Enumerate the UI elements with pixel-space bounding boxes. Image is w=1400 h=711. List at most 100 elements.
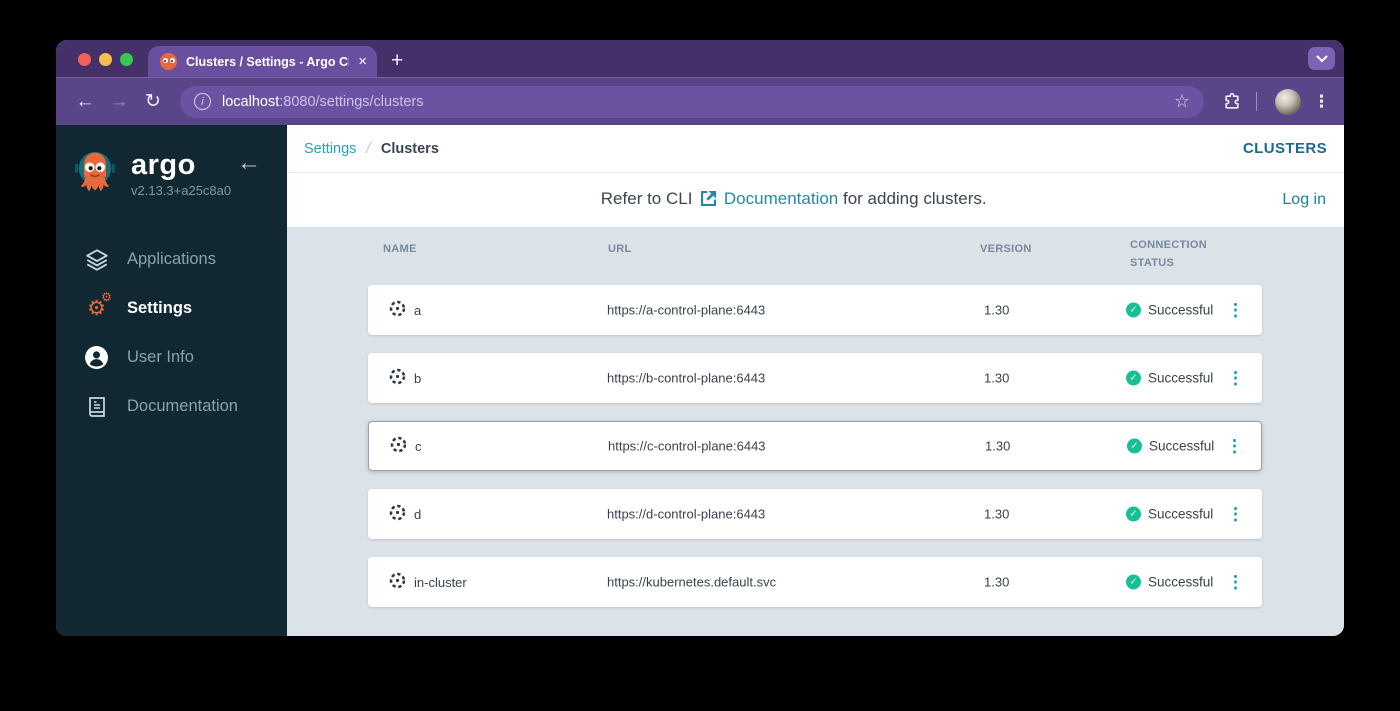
documentation-link[interactable]: Documentation	[724, 189, 838, 208]
cluster-name: d	[414, 506, 422, 522]
browser-tab[interactable]: Clusters / Settings - Argo CD ×	[148, 46, 377, 77]
layers-icon	[83, 246, 110, 273]
row-menu-button[interactable]: ⋮	[1227, 370, 1244, 387]
url-path: :8080/settings/clusters	[279, 93, 424, 110]
row-menu-button[interactable]: ⋮	[1226, 438, 1243, 455]
brand-text: argo v2.13.3+a25c8a0	[131, 149, 232, 198]
kubernetes-icon	[389, 435, 408, 457]
brand-name: argo	[131, 149, 196, 182]
maximize-window-button[interactable]	[120, 53, 133, 66]
info-prefix: Refer to CLI	[600, 189, 693, 208]
success-check-icon: ✓	[1127, 438, 1142, 454]
content: Settings / Clusters CLUSTERS Refer to CL…	[287, 125, 1344, 636]
sidebar-item-documentation[interactable]: Documentation	[56, 382, 287, 431]
column-header-version: VERSION	[980, 243, 1032, 255]
breadcrumb-separator: /	[364, 139, 373, 157]
sidebar-collapse-button[interactable]: ←	[237, 151, 261, 175]
row-menu-button[interactable]: ⋮	[1227, 574, 1244, 591]
cluster-url: https://b-control-plane:6443	[607, 370, 766, 386]
status-label: Successful	[1148, 370, 1214, 386]
back-button[interactable]: ←	[70, 87, 100, 117]
site-info-icon[interactable]: i	[194, 93, 211, 110]
cluster-name: in-cluster	[414, 574, 467, 590]
sidebar-item-label: Documentation	[127, 397, 238, 415]
address-bar[interactable]: i localhost:8080/settings/clusters ☆	[180, 85, 1204, 118]
info-bar: Refer to CLI Documentation for adding cl…	[287, 173, 1344, 227]
table-row[interactable]: d https://d-control-plane:6443 1.30 ✓ Suc…	[368, 489, 1262, 539]
external-link-icon	[701, 191, 717, 211]
version-label: v2.13.3+a25c8a0	[131, 182, 232, 198]
cluster-version: 1.30	[984, 506, 1010, 522]
close-window-button[interactable]	[78, 53, 91, 66]
book-icon	[83, 393, 110, 420]
browser-window: Clusters / Settings - Argo CD × + ← → ↻ …	[56, 40, 1344, 636]
sidebar-item-applications[interactable]: Applications	[56, 235, 287, 284]
cluster-url: https://c-control-plane:6443	[608, 438, 766, 454]
user-icon	[83, 344, 110, 371]
sidebar: argo v2.13.3+a25c8a0 ← Applications ⚙ ⚙ S…	[56, 125, 287, 636]
success-check-icon: ✓	[1126, 506, 1141, 522]
argo-favicon-icon	[160, 53, 177, 70]
cluster-version: 1.30	[985, 438, 1011, 454]
clusters-table: NAME URL VERSION CONNECTION STATUS a htt…	[287, 227, 1344, 636]
tab-search-chevron-button[interactable]	[1308, 47, 1335, 70]
minimize-window-button[interactable]	[99, 53, 112, 66]
new-tab-button[interactable]: +	[391, 50, 403, 71]
browser-toolbar: ← → ↻ i localhost:8080/settings/clusters…	[56, 77, 1344, 125]
success-check-icon: ✓	[1126, 574, 1141, 590]
row-menu-button[interactable]: ⋮	[1227, 506, 1244, 523]
page-title: CLUSTERS	[1242, 140, 1327, 157]
table-rows: a https://a-control-plane:6443 1.30 ✓ Suc…	[368, 285, 1262, 607]
url-host: localhost	[222, 93, 280, 110]
cluster-name: b	[414, 370, 422, 386]
breadcrumb-current: Clusters	[380, 140, 439, 157]
table-row[interactable]: c https://c-control-plane:6443 1.30 ✓ Suc…	[368, 421, 1262, 471]
column-header-name: NAME	[383, 243, 417, 255]
success-check-icon: ✓	[1126, 370, 1141, 386]
window-controls	[78, 53, 133, 66]
table-row[interactable]: a https://a-control-plane:6443 1.30 ✓ Suc…	[368, 285, 1262, 335]
info-suffix: for adding clusters.	[842, 189, 987, 208]
status-label: Successful	[1148, 302, 1214, 318]
sidebar-item-label: User Info	[127, 348, 194, 366]
chevron-down-icon	[1316, 55, 1327, 62]
kubernetes-icon	[388, 367, 407, 389]
cluster-url: https://d-control-plane:6443	[607, 506, 766, 522]
tab-title: Clusters / Settings - Argo CD	[186, 54, 350, 69]
url-text: localhost:8080/settings/clusters	[222, 94, 1163, 110]
tab-close-icon[interactable]: ×	[358, 54, 367, 69]
bookmark-star-icon[interactable]: ☆	[1174, 91, 1190, 112]
forward-button[interactable]: →	[104, 87, 134, 117]
tab-strip: Clusters / Settings - Argo CD × +	[56, 40, 1344, 77]
argo-mascot-icon	[74, 151, 116, 192]
sidebar-item-settings[interactable]: ⚙ ⚙ Settings	[56, 284, 287, 333]
profile-avatar[interactable]	[1275, 88, 1301, 115]
sidebar-nav: Applications ⚙ ⚙ Settings User Info Docu…	[56, 235, 287, 431]
status-label: Successful	[1148, 574, 1214, 590]
info-message: Refer to CLI Documentation for adding cl…	[305, 189, 1282, 211]
breadcrumb: Settings / Clusters CLUSTERS	[287, 125, 1344, 173]
cluster-name: a	[414, 302, 422, 318]
status-label: Successful	[1149, 438, 1215, 454]
breadcrumb-settings-link[interactable]: Settings	[304, 141, 356, 157]
cluster-name: c	[415, 438, 422, 454]
cluster-url: https://kubernetes.default.svc	[607, 574, 777, 590]
kubernetes-icon	[388, 299, 407, 321]
reload-button[interactable]: ↻	[138, 87, 168, 117]
success-check-icon: ✓	[1126, 302, 1141, 318]
status-label: Successful	[1148, 506, 1214, 522]
kubernetes-icon	[388, 571, 407, 593]
table-row[interactable]: b https://b-control-plane:6443 1.30 ✓ Suc…	[368, 353, 1262, 403]
sidebar-item-label: Applications	[127, 250, 216, 268]
column-header-url: URL	[608, 243, 632, 255]
sidebar-item-user-info[interactable]: User Info	[56, 333, 287, 382]
cluster-version: 1.30	[984, 302, 1010, 318]
browser-menu-button[interactable]: ⋮	[1313, 92, 1330, 112]
extensions-icon[interactable]	[1218, 88, 1246, 116]
table-row[interactable]: in-cluster https://kubernetes.default.sv…	[368, 557, 1262, 607]
cluster-version: 1.30	[984, 370, 1010, 386]
cluster-url: https://a-control-plane:6443	[607, 302, 766, 318]
login-link[interactable]: Log in	[1282, 191, 1326, 209]
cluster-version: 1.30	[984, 574, 1010, 590]
row-menu-button[interactable]: ⋮	[1227, 302, 1244, 319]
